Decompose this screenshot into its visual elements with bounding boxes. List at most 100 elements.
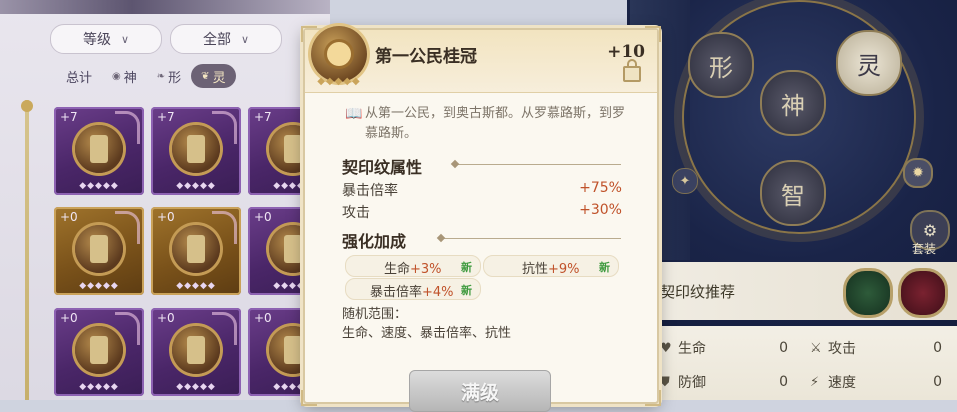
corner-ornament bbox=[645, 390, 661, 406]
stat-value: 0 bbox=[779, 374, 788, 390]
section-divider bbox=[457, 164, 621, 165]
seal-detail-popup: ◆◆◆◆◆ 第一公民桂冠 +10 📖 从第一公民，到奥古斯都。从罗慕路斯，到罗慕… bbox=[301, 26, 661, 412]
seal-card-level: +0 bbox=[60, 310, 78, 325]
stat-defense: ⛊ 防御 0 bbox=[660, 370, 788, 394]
new-badge: 新 bbox=[461, 284, 472, 297]
scrollbar-track[interactable] bbox=[25, 100, 29, 400]
category-tabs: 总计 ◉ 神 ❧ 形 ❦ 灵 bbox=[56, 64, 312, 88]
lock-icon[interactable] bbox=[623, 59, 641, 82]
recommend-seal-green[interactable] bbox=[843, 268, 893, 318]
tab-label: 灵 bbox=[212, 70, 226, 86]
seal-emblem-icon bbox=[172, 225, 220, 274]
enhancement-section-title: 强化加成 bbox=[342, 232, 407, 251]
seal-card[interactable]: +7 ◆◆◆◆◆ bbox=[54, 107, 144, 195]
gear-icon: ⚙ bbox=[922, 220, 938, 240]
seal-card[interactable]: +0 ◆◆◆◆◆ bbox=[54, 207, 144, 296]
seal-card-level: +0 bbox=[157, 310, 175, 325]
enhancement-name: 抗性 bbox=[522, 262, 549, 277]
dial-node-shen[interactable]: 神 bbox=[760, 70, 826, 136]
grade-filter-select[interactable]: 等级 ∨ bbox=[50, 24, 162, 54]
scrollbar-thumb[interactable] bbox=[21, 100, 33, 112]
book-icon: 📖 bbox=[345, 106, 363, 122]
seal-emblem-icon bbox=[172, 325, 220, 374]
attribute-name: 暴击倍率 bbox=[342, 183, 398, 199]
seal-card-level: +0 bbox=[157, 210, 175, 225]
emblem-core bbox=[284, 135, 302, 163]
chevron-down-icon: ∨ bbox=[240, 32, 250, 46]
dial-node-label: 神 bbox=[781, 91, 805, 120]
emblem-core bbox=[90, 235, 108, 264]
star-icon: ✦ bbox=[672, 168, 698, 194]
star-rating-icon: ◆◆◆◆◆ bbox=[176, 281, 216, 292]
emblem-core bbox=[90, 135, 108, 163]
seal-card[interactable]: +0 ◆◆◆◆◆ bbox=[151, 307, 241, 396]
tab-label: 神 bbox=[123, 70, 137, 86]
emblem-core bbox=[90, 335, 108, 364]
emblem-core bbox=[284, 235, 302, 264]
star-rating-icon: ◆◆◆◆◆ bbox=[317, 76, 361, 87]
seal-title: 第一公民桂冠 bbox=[375, 47, 477, 67]
dial-node-label: 灵 bbox=[857, 51, 881, 80]
stat-value: 0 bbox=[933, 374, 942, 390]
corner-ornament bbox=[301, 390, 317, 406]
max-level-button[interactable]: 满级 bbox=[409, 370, 551, 412]
grade-filter-label: 等级 bbox=[82, 32, 111, 48]
stat-label: 速度 bbox=[828, 375, 856, 391]
shield-icon: ⛊ bbox=[660, 374, 670, 390]
inventory-panel: 等级 ∨ 全部 ∨ 总计 ◉ 神 ❧ 形 ❦ 灵 +7 ◆◆◆◆◆ +7 ◆◆◆◆◆ +… bbox=[0, 0, 338, 400]
seal-card[interactable]: +7 ◆◆◆◆◆ bbox=[151, 107, 241, 195]
stat-health: ♥ 生命 0 bbox=[660, 336, 788, 360]
attribute-row: 攻击 +30% bbox=[342, 202, 622, 224]
stat-value: 0 bbox=[779, 340, 788, 356]
scope-filter-label: 全部 bbox=[202, 32, 231, 48]
tab-ling[interactable]: ❦ 灵 bbox=[191, 64, 236, 88]
attribute-section-title: 契印纹属性 bbox=[342, 158, 423, 177]
attribute-value: +30% bbox=[579, 202, 622, 218]
ling-icon: ❦ bbox=[201, 70, 210, 82]
enhancement-name: 暴击倍率 bbox=[370, 285, 423, 300]
enhancement-value: +9% bbox=[548, 262, 580, 277]
scope-filter-select[interactable]: 全部 ∨ bbox=[170, 24, 282, 54]
enhancement-value: +3% bbox=[410, 262, 442, 277]
enhancement-pill: 暴击倍率+4% 新 bbox=[345, 278, 481, 300]
star-rating-icon: ◆◆◆◆◆ bbox=[176, 381, 216, 392]
shen-icon: ◉ bbox=[112, 70, 121, 82]
seal-card-level: +0 bbox=[254, 210, 272, 225]
seal-card-level: +7 bbox=[157, 110, 175, 124]
dial-node-label: 形 bbox=[709, 53, 733, 82]
tab-xing[interactable]: ❧ 形 bbox=[147, 64, 191, 88]
character-portrait-strip bbox=[0, 0, 330, 14]
seal-emblem-icon bbox=[75, 125, 123, 173]
seal-description: 从第一公民，到奥古斯都。从罗慕路斯，到罗慕路斯。 bbox=[365, 106, 626, 141]
seal-card[interactable]: +0 ◆◆◆◆◆ bbox=[54, 307, 144, 396]
laurel-emblem-icon bbox=[327, 42, 351, 66]
tab-label: 形 bbox=[168, 70, 182, 86]
recommend-title: 契印纹推荐 bbox=[660, 283, 736, 301]
sword-icon: ⚔ bbox=[810, 340, 822, 356]
random-range-label: 随机范围： bbox=[342, 307, 408, 322]
inventory-grid: +7 ◆◆◆◆◆ +7 ◆◆◆◆◆ +7 ◆◆◆◆◆ +0 ◆◆◆◆◆ +0 ◆◆◆◆◆ +0 ◆◆◆… bbox=[54, 107, 338, 400]
seal-emblem-icon bbox=[75, 325, 123, 374]
attribute-value: +75% bbox=[579, 180, 622, 196]
tab-total[interactable]: 总计 bbox=[56, 64, 102, 88]
tab-shen[interactable]: ◉ 神 bbox=[102, 64, 147, 88]
dial-node-ling[interactable]: 灵 bbox=[836, 30, 902, 96]
emblem-core bbox=[187, 235, 205, 264]
emblem-core bbox=[187, 135, 205, 163]
sun-icon[interactable]: ✹ bbox=[903, 158, 933, 188]
new-badge: 新 bbox=[599, 261, 610, 274]
suit-label: 套装 bbox=[912, 242, 937, 256]
enhancement-name: 生命 bbox=[384, 262, 411, 277]
dial-node-label: 智 bbox=[781, 181, 805, 210]
seal-card[interactable]: +0 ◆◆◆◆◆ bbox=[151, 207, 241, 296]
dial-node-xing[interactable]: 形 bbox=[688, 32, 754, 98]
new-badge: 新 bbox=[461, 261, 472, 274]
seal-card-level: +0 bbox=[60, 210, 78, 225]
dial-node-zhi[interactable]: 智 bbox=[760, 160, 826, 226]
enhancement-pill: 生命+3% 新 bbox=[345, 255, 481, 277]
stat-speed: ⚡ 速度 0 bbox=[810, 370, 942, 394]
seal-emblem-icon bbox=[75, 225, 123, 274]
seal-card-level: +0 bbox=[254, 310, 272, 325]
recommend-seal-red[interactable] bbox=[898, 268, 948, 318]
seal-card-level: +7 bbox=[254, 110, 272, 124]
